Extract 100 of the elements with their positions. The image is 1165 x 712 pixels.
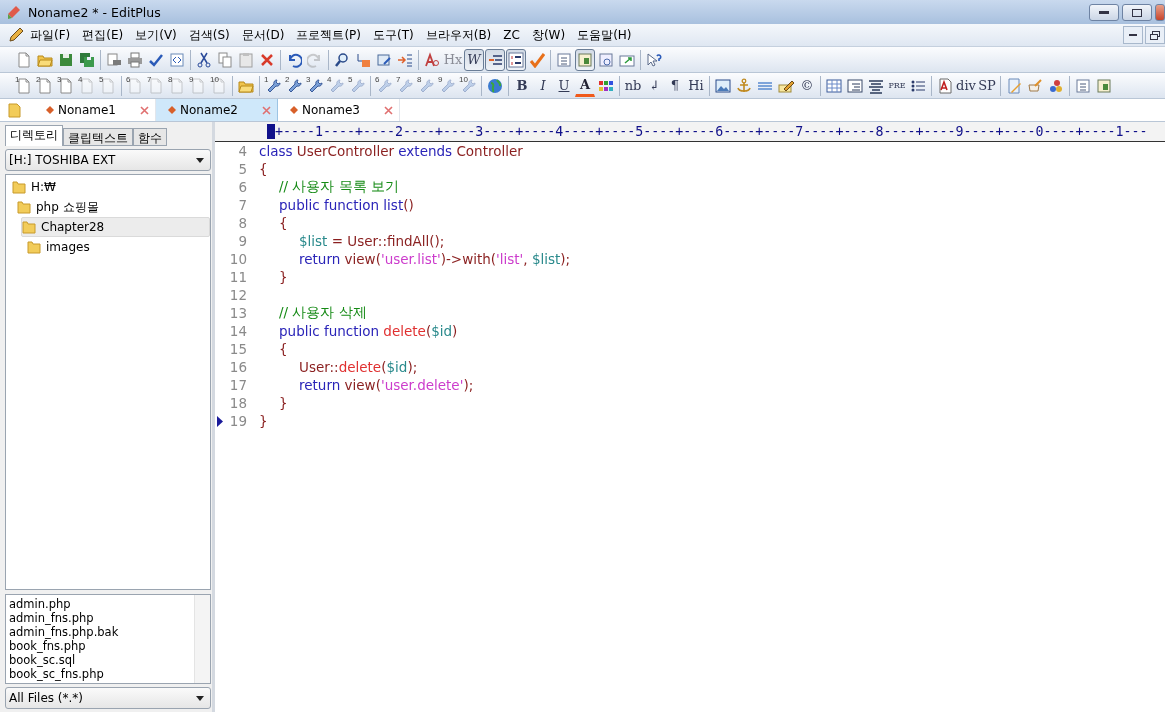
toolbar-text-button[interactable]: ¶	[665, 74, 685, 97]
doc-icon	[37, 77, 53, 94]
numbers-button[interactable]	[506, 48, 526, 71]
wrench-icon	[418, 77, 434, 94]
tree-item[interactable]: H:₩	[11, 177, 210, 197]
globe-icon	[487, 77, 503, 94]
line-number: 6	[238, 179, 247, 195]
sidebar-tab[interactable]: 클립텍스트	[63, 128, 133, 146]
doc-icon	[16, 77, 32, 94]
file-item[interactable]: admin_fns.php.bak	[9, 625, 194, 639]
toolbar-text-button[interactable]: PRE	[887, 74, 907, 97]
sidebar-tab[interactable]: 함수	[133, 128, 167, 146]
toolbar-text-button[interactable]: I	[533, 74, 553, 97]
undo-icon	[286, 51, 302, 68]
code-line: {	[278, 341, 288, 357]
code-line: }	[259, 413, 268, 429]
toolbar-text-button[interactable]: A	[575, 74, 595, 97]
menu-item[interactable]: 보기(V)	[129, 26, 183, 44]
doc-button[interactable]: 2	[35, 74, 55, 97]
doc-button[interactable]: 3	[56, 74, 76, 97]
wrench-icon	[307, 77, 323, 94]
close-icon[interactable]	[262, 105, 271, 115]
list-icon	[556, 51, 572, 68]
file-item[interactable]: book_sc_fns.php	[9, 667, 194, 681]
file-item[interactable]: book_sc.sql	[9, 653, 194, 667]
toolbar-text-button[interactable]: W	[464, 48, 484, 71]
minimize-button[interactable]	[1123, 26, 1143, 44]
redo-icon	[307, 51, 323, 68]
wrench-button[interactable]: 2	[284, 74, 304, 97]
code-line: // 사용자 목록 보기	[278, 178, 399, 196]
menu-item[interactable]: 도구(T)	[367, 26, 420, 44]
toolbar-text-button[interactable]: div	[956, 74, 976, 97]
copy-icon	[217, 51, 233, 68]
menu-item[interactable]: 검색(S)	[182, 26, 236, 44]
close-icon[interactable]	[140, 105, 149, 115]
document-tab[interactable]: Noname2	[156, 99, 278, 121]
filter-dropdown[interactable]: All Files (*.*)	[5, 687, 211, 709]
list-icon	[1075, 77, 1091, 94]
doc-icon	[16, 51, 32, 68]
indent-icon	[397, 51, 413, 68]
drive-dropdown[interactable]: [H:] TOSHIBA EXT	[5, 149, 211, 171]
code-line: }	[278, 395, 288, 411]
wrench-button[interactable]: 3	[305, 74, 325, 97]
menu-item[interactable]: ZC	[497, 28, 526, 42]
panel-icon	[1096, 77, 1112, 94]
code-line: {	[259, 161, 268, 177]
doc-icon	[100, 77, 116, 94]
panel-button[interactable]	[575, 48, 595, 71]
minimize-button[interactable]	[1089, 4, 1119, 21]
paste-icon	[238, 51, 254, 68]
restore-button[interactable]	[1145, 26, 1165, 44]
wrench-icon	[376, 77, 392, 94]
toolbar-text-button[interactable]: ↲	[644, 74, 664, 97]
wrench-icon	[286, 77, 302, 94]
maximize-button[interactable]	[1122, 4, 1152, 21]
line-number: 15	[229, 341, 247, 357]
menu-item[interactable]: 문서(D)	[235, 26, 291, 44]
doc-icon	[148, 77, 164, 94]
close-icon[interactable]	[384, 105, 393, 115]
toolbar-text-button[interactable]: SP	[977, 74, 997, 97]
menu-item[interactable]: 브라우저(B)	[419, 26, 498, 44]
line-number: 4	[238, 143, 247, 159]
app-logo-icon	[6, 4, 22, 20]
doc-icon	[169, 77, 185, 94]
wrench-button[interactable]: 1	[263, 74, 283, 97]
menu-item[interactable]: 도움말(H)	[571, 26, 638, 44]
toolbar-text-button[interactable]: nb	[623, 74, 643, 97]
sidebar-tab[interactable]: 디렉토리	[5, 125, 63, 146]
menu-item[interactable]: 창(W)	[525, 26, 572, 44]
scissors-icon	[196, 51, 212, 68]
menu-item[interactable]: 파일(F)	[24, 26, 77, 44]
line-number: 9	[238, 233, 247, 249]
lines-button[interactable]	[485, 48, 505, 71]
close-button[interactable]	[1155, 4, 1165, 21]
line-number: 5	[238, 161, 247, 177]
folder-icon	[8, 102, 22, 118]
doc-icon	[58, 77, 74, 94]
window-title: Noname2 * - EditPlus	[28, 4, 161, 20]
menu-item[interactable]: 편집(E)	[76, 26, 130, 44]
file-item[interactable]: book_fns.php	[9, 639, 194, 653]
toolbar-text-button[interactable]: Hi	[686, 74, 706, 97]
toolbar-text-button[interactable]: B	[512, 74, 532, 97]
toolbar-text-button[interactable]: ©	[797, 74, 817, 97]
file-item[interactable]: admin_fns.php	[9, 611, 194, 625]
toolbar-text-button[interactable]: U	[554, 74, 574, 97]
folder-icon	[12, 180, 26, 194]
line-number: 11	[229, 269, 247, 285]
tree-item[interactable]: php 쇼핑몰	[16, 197, 210, 217]
scrollbar[interactable]	[194, 595, 210, 683]
doc-icon	[127, 77, 143, 94]
menu-item[interactable]: 프로젝트(P)	[290, 26, 367, 44]
tree-item[interactable]: Chapter28	[21, 217, 210, 237]
editdoc-icon	[1006, 77, 1022, 94]
doc-button[interactable]: 1	[14, 74, 34, 97]
help-icon	[646, 51, 662, 68]
diamond-icon	[290, 106, 298, 114]
file-item[interactable]: admin.php	[9, 597, 194, 611]
code-line: {	[278, 215, 288, 231]
tree-item[interactable]: images	[26, 237, 210, 257]
maximize-icon	[1132, 8, 1142, 17]
